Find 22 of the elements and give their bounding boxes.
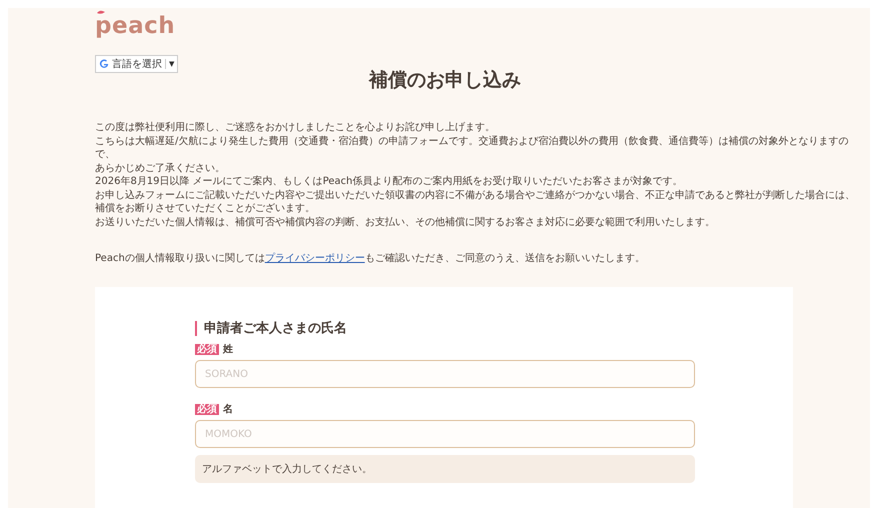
intro-text: この度は弊社便利用に際し、ご迷惑をおかけしましたことを心よりお詫び申し上げます。 [95, 121, 496, 134]
input-hint: アルファベットで入力してください。 [195, 455, 695, 483]
field-label: 姓 [223, 342, 233, 356]
intro-text: お送りいただいた個人情報は、補償可否や補償内容の判断、お支払い、その他補償に関するお客さま対応に必要な範囲で利用いたします。 [95, 216, 716, 229]
section-heading: 申請者ご本人さまの氏名 [195, 321, 695, 336]
page-title: 補償のお申し込み [368, 68, 522, 93]
input-field[interactable]: MOMOKO [195, 420, 695, 448]
intro-text: 補償をお断りさせていただくことがございます。 [95, 202, 316, 216]
required-badge: 必須 [195, 344, 219, 354]
logo: peach [95, 15, 176, 37]
intro-text: 2026年8月19日以降 メールにてご案内、もしくはPeach係員より配布のご案内用紙をお受け取りいただいたお客さまが対象です。 [95, 175, 684, 188]
intro-text: あらかじめご了承ください。 [95, 162, 226, 175]
intro-text: こちらは大幅遅延/欠航により発生した費用（交通費・宿泊費）の申請フォームです。交通費および宿泊費以外の費用（飲食費、通信費等）は補償の対象外となりますので、 [95, 134, 850, 162]
field-label: 名 [223, 402, 233, 416]
privacy-policy-link[interactable]: プライバシーポリシー [264, 253, 365, 264]
privacy-notice: Peachの個人情報取り扱いに関してはプライバシーポリシーもご確認いただき、ご同意のうえ、送信をお願いいたします。 [95, 252, 646, 265]
intro-text: お申し込みフォームにご記載いただいた内容やご提出いただいた領収書の内容に不備がある場合やご連絡がつかない場合、不正な申請であると弊社が判断した場合には、 [95, 188, 856, 202]
language-label: 言語を選択 [112, 58, 162, 71]
required-badge: 必須 [195, 404, 219, 414]
leaf-icon [97, 10, 105, 15]
g-icon [99, 59, 109, 69]
input-field[interactable]: SORANO [195, 360, 695, 388]
